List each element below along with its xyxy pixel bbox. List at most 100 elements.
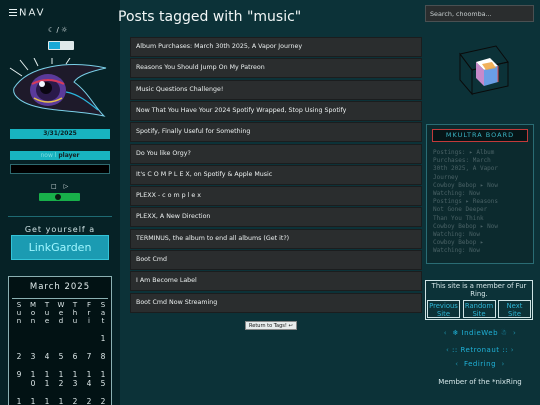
calendar-day [26,335,40,343]
retronaut-webring[interactable]: ‹ :: Retronaut :: › [425,346,535,354]
board-log-line: Watching: Now [433,190,480,198]
progress-handle[interactable] [54,194,61,200]
board-log-line: Watching: Now [433,247,480,255]
calendar-weekday: T [44,301,50,309]
board-log-line: Cowboy Bebop ▸ Now [433,181,499,189]
date-display: 3/31/2025 [10,129,110,139]
post-link[interactable]: I Am Become Label [130,271,422,292]
left-arrow-icon[interactable]: ‹ [446,346,449,354]
player-controls: □ ▷ [51,183,75,190]
calendar-day[interactable]: 1 [96,371,110,379]
calendar-day [82,335,96,343]
calendar-day[interactable]: 1 [40,371,54,379]
calendar-day[interactable]: 1 [54,371,68,379]
fediring-label[interactable]: Fediring [464,360,496,368]
calendar-day[interactable]: 2 [68,398,82,405]
calendar-weekday: S [100,301,106,309]
calendar-date-row: 2345678 [12,353,110,361]
calendar-weekday: n [16,317,22,325]
player-track-display [10,164,110,174]
post-link[interactable]: Reasons You Should Jump On My Patreon [130,58,422,79]
board-log: Postings: ▸ Album Purchases: March 30th 20… [433,149,531,256]
calendar-date-row: 1111222 [12,398,110,405]
calendar-day[interactable]: 0 [26,380,40,388]
play-icon[interactable]: ▷ [64,183,69,190]
calendar-day[interactable]: 8 [96,353,110,361]
calendar-day[interactable]: 5 [54,353,68,361]
fediring-webring[interactable]: ‹ Fediring › [425,360,535,368]
calendar-day [54,335,68,343]
indieweb-webring[interactable]: ‹ ❄ IndieWeb ☃ › [425,329,535,337]
stop-icon[interactable]: □ [51,183,57,190]
calendar-grid: SMTWTFSuouehranneduit1234567891111110123… [12,301,110,405]
calendar-day[interactable]: 1 [26,371,40,379]
theme-divider: / [56,26,59,34]
linkgarden-title: Get yourself a [24,225,96,234]
post-link[interactable]: TERMINUS, the album to end all albums (G… [130,228,422,249]
calendar-day[interactable]: 1 [40,398,54,405]
sidebar-divider [8,216,112,217]
calendar-day [40,335,54,343]
post-link[interactable]: Spotify, Finally Useful for Something [130,122,422,143]
player-progress-slider[interactable] [39,193,80,201]
calendar-day[interactable]: 9 [12,371,26,379]
indieweb-label[interactable]: ❄ IndieWeb ☃ [452,329,507,337]
right-arrow-icon[interactable]: › [511,346,514,354]
post-link[interactable]: Now That You Have Your 2024 Spotify Wrap… [130,100,422,121]
right-arrow-icon[interactable]: › [501,360,504,368]
right-arrow-icon[interactable]: › [513,329,516,337]
board-log-line: Cowboy Bebop ▸ [433,239,484,247]
post-link[interactable]: It's C O M P L E X, on Spotify & Apple M… [130,164,422,185]
nav-menu-button[interactable]: NAV [9,7,46,19]
calendar-date-row: 1 [12,335,110,343]
calendar-day[interactable]: 3 [68,380,82,388]
post-link[interactable]: Do You like Orgy? [130,143,422,164]
left-arrow-icon[interactable]: ‹ [444,329,447,337]
search-input[interactable] [425,5,534,22]
calendar-day[interactable]: 4 [82,380,96,388]
calendar-weekday-row: nneduit [12,317,110,325]
calendar-weekday: F [86,301,92,309]
calendar-day[interactable]: 2 [54,380,68,388]
linkgarden-button[interactable]: LinkGarden [11,235,109,260]
theme-toggle[interactable] [48,41,74,50]
furring-next-link[interactable]: Next Site [498,300,531,318]
post-link[interactable]: Album Purchases: March 30th 2025, A Vapo… [130,37,422,57]
furring-webring: This site is a member of Fur Ring. Previ… [425,280,533,320]
player-label-suffix: player [58,152,80,159]
calendar-day[interactable]: 2 [82,398,96,405]
calendar-weekday: u [72,317,78,325]
player-label-prefix: now l [40,152,57,159]
post-link[interactable]: PLEXX - c o m p l e x [130,186,422,207]
calendar-day[interactable]: 4 [40,353,54,361]
calendar-weekday: e [58,309,64,317]
retronaut-label[interactable]: :: Retronaut :: [452,346,508,354]
calendar-day[interactable]: 1 [26,398,40,405]
post-link[interactable]: Boot Cmd [130,250,422,270]
left-arrow-icon[interactable]: ‹ [455,360,458,368]
calendar-day[interactable]: 6 [68,353,82,361]
calendar-day[interactable]: 3 [26,353,40,361]
post-link[interactable]: Boot Cmd Now Streaming [130,292,422,313]
calendar-day[interactable]: 1 [54,398,68,405]
furring-random-link[interactable]: Random Site [462,300,496,318]
calendar-day[interactable]: 1 [68,371,82,379]
calendar-day[interactable]: 2 [12,353,26,361]
post-link[interactable]: PLEXX, A New Direction [130,207,422,228]
calendar-day[interactable]: 7 [82,353,96,361]
calendar-day[interactable]: 2 [96,398,110,405]
calendar-weekday-row: uouehra [12,309,110,317]
calendar-weekday: S [16,301,22,309]
toggle-knob [49,42,60,49]
calendar-day[interactable]: 5 [96,380,110,388]
return-to-tags-button[interactable]: Return to Tags! ↩ [245,321,297,330]
calendar-day[interactable]: 1 [40,380,54,388]
cube-icon [459,45,509,96]
post-link[interactable]: Music Questions Challenge! [130,79,422,100]
furring-previous-link[interactable]: Previous Site [427,300,460,318]
calendar-weekday: i [88,317,90,325]
calendar-weekday: u [44,309,50,317]
calendar-day[interactable]: 1 [96,335,110,343]
calendar-day[interactable]: 1 [82,371,96,379]
calendar-day[interactable]: 1 [12,398,26,405]
